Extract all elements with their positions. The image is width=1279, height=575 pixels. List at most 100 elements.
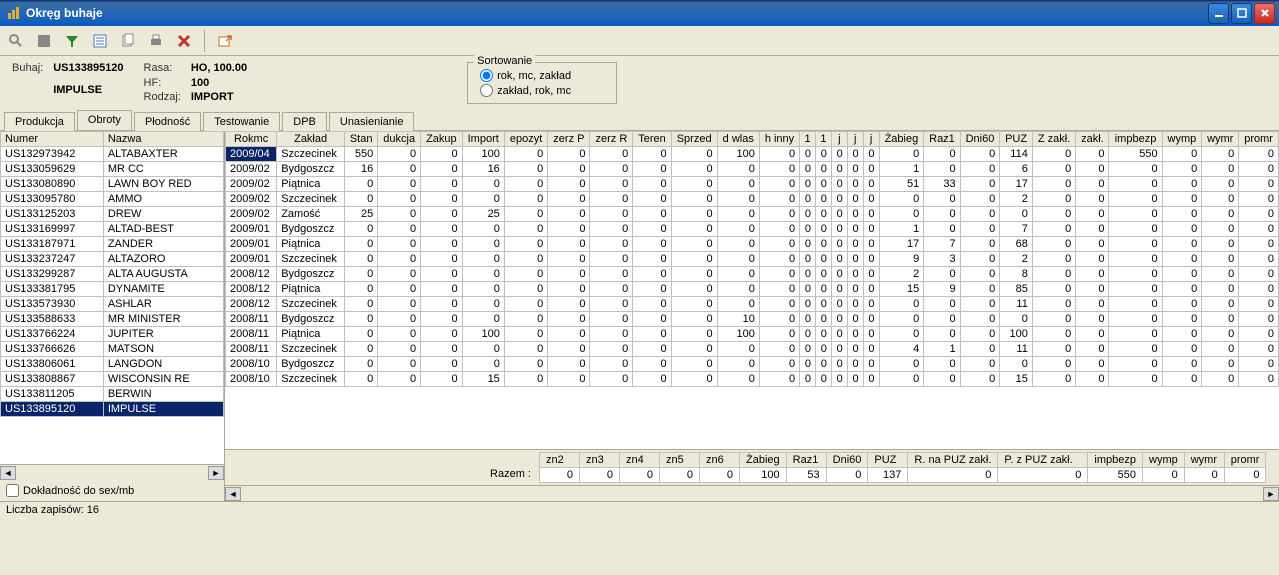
buhaj-label: Buhaj: [12, 62, 43, 82]
scroll-left-icon[interactable]: ◄ [225, 487, 241, 501]
right-col-header[interactable]: zakł. [1076, 132, 1109, 147]
right-col-header[interactable]: Teren [633, 132, 671, 147]
list-item[interactable]: US133766626MATSON [1, 342, 224, 357]
table-row[interactable]: 2008/10Szczecinek00015000000000000000150… [226, 372, 1279, 387]
right-col-header[interactable]: j [847, 132, 863, 147]
right-col-header[interactable]: j [863, 132, 879, 147]
list-item[interactable]: US133895120IMPULSE [1, 402, 224, 417]
table-row[interactable]: 2009/01Bydgoszcz000000000000000010070000… [226, 222, 1279, 237]
scroll-right-icon[interactable]: ► [208, 466, 224, 480]
tab-obroty[interactable]: Obroty [77, 110, 132, 130]
right-h-scroll[interactable]: ◄ ► [225, 485, 1279, 501]
list-item[interactable]: US133381795DYNAMITE [1, 282, 224, 297]
list-item[interactable]: US133573930ASHLAR [1, 297, 224, 312]
left-grid[interactable]: NumerNazwaUS132973942ALTABAXTERUS1330596… [0, 131, 224, 464]
right-data-grid[interactable]: RokmcZakładStandukcjaZakupImportepozytze… [225, 131, 1279, 449]
tab-testowanie[interactable]: Testowanie [203, 112, 280, 131]
list-item[interactable]: US133811205BERWIN [1, 387, 224, 402]
sort-radio-1[interactable] [480, 69, 493, 82]
table-row[interactable]: 2009/01Piątnica0000000000000000177068000… [226, 237, 1279, 252]
right-col-header[interactable]: j [831, 132, 847, 147]
left-col-header[interactable]: Nazwa [103, 132, 223, 147]
table-row[interactable]: 2008/12Bydgoszcz000000000000000020080000… [226, 267, 1279, 282]
list-item[interactable]: US133187971ZANDER [1, 237, 224, 252]
sort-option-2[interactable]: zakład, rok, mc [480, 84, 604, 97]
tab-produkcja[interactable]: Produkcja [4, 112, 75, 131]
table-row[interactable]: 2008/11Szczecinek00000000000000004101100… [226, 342, 1279, 357]
list-item[interactable]: US133588633MR MINISTER [1, 312, 224, 327]
table-row[interactable]: 2009/02Piątnica0000000000000000513301700… [226, 177, 1279, 192]
delete-icon[interactable] [174, 31, 194, 51]
right-col-header[interactable]: Rokmc [226, 132, 277, 147]
right-col-header[interactable]: zerz P [548, 132, 590, 147]
right-col-header[interactable]: 1 [800, 132, 816, 147]
list-item[interactable]: US132973942ALTABAXTER [1, 147, 224, 162]
print-icon[interactable] [146, 31, 166, 51]
table-row[interactable]: 2008/11Bydgoszcz000000000100000000000000… [226, 312, 1279, 327]
right-col-header[interactable]: PUZ [1000, 132, 1033, 147]
close-button[interactable] [1254, 3, 1275, 24]
maximize-button[interactable] [1231, 3, 1252, 24]
toolbar-separator [204, 30, 205, 52]
accuracy-checkbox[interactable] [6, 484, 19, 497]
right-col-header[interactable]: Import [462, 132, 504, 147]
right-col-header[interactable]: d wlas [717, 132, 759, 147]
right-col-header[interactable]: Stan [345, 132, 378, 147]
right-col-header[interactable]: Zakład [277, 132, 345, 147]
table-row[interactable]: 2008/12Szczecinek00000000000000000001100… [226, 297, 1279, 312]
right-col-header[interactable]: wymr [1202, 132, 1239, 147]
list-item[interactable]: US133169997ALTAD-BEST [1, 222, 224, 237]
search-icon[interactable] [6, 31, 26, 51]
copy-icon[interactable] [118, 31, 138, 51]
list-item[interactable]: US133766224JUPITER [1, 327, 224, 342]
right-col-header[interactable]: dukcja [378, 132, 421, 147]
rasa-value: HO, 100.00 [191, 62, 247, 75]
list-item[interactable]: US133808867WISCONSIN RE [1, 372, 224, 387]
list-item[interactable]: US133237247ALTAZORO [1, 252, 224, 267]
tab-unasienianie[interactable]: Unasienianie [329, 112, 415, 131]
right-col-header[interactable]: promr [1239, 132, 1279, 147]
table-row[interactable]: 2008/12Piątnica0000000000000000159085000… [226, 282, 1279, 297]
right-col-header[interactable]: impbezp [1109, 132, 1162, 147]
sort-option-1[interactable]: rok, mc, zakład [480, 69, 604, 82]
left-col-header[interactable]: Numer [1, 132, 104, 147]
form-icon[interactable] [90, 31, 110, 51]
right-col-header[interactable]: epozyt [504, 132, 547, 147]
summary-value: 0 [998, 468, 1088, 483]
right-col-header[interactable]: wymp [1162, 132, 1202, 147]
right-col-header[interactable]: h inny [759, 132, 799, 147]
scroll-left-icon[interactable]: ◄ [0, 466, 16, 480]
minimize-button[interactable] [1208, 3, 1229, 24]
table-row[interactable]: 2009/04Szczecinek55000100000001000000000… [226, 147, 1279, 162]
save-icon[interactable] [34, 31, 54, 51]
right-col-header[interactable]: Z zakł. [1032, 132, 1075, 147]
list-item[interactable]: US133059629MR CC [1, 162, 224, 177]
list-item[interactable]: US133806061LANGDON [1, 357, 224, 372]
list-item[interactable]: US133299287ALTA AUGUSTA [1, 267, 224, 282]
right-col-header[interactable]: Dni60 [960, 132, 1000, 147]
window-title: Okręg buhaje [26, 6, 1208, 20]
list-item[interactable]: US133125203DREW [1, 207, 224, 222]
right-col-header[interactable]: 1 [816, 132, 832, 147]
right-col-header[interactable]: Sprzed [671, 132, 717, 147]
filter-icon[interactable] [62, 31, 82, 51]
scroll-right-icon[interactable]: ► [1263, 487, 1279, 501]
table-row[interactable]: 2008/11Piątnica0001000000010000000000010… [226, 327, 1279, 342]
list-item[interactable]: US133095780AMMO [1, 192, 224, 207]
right-col-header[interactable]: zerz R [590, 132, 633, 147]
right-col-header[interactable]: Żabieg [879, 132, 924, 147]
table-row[interactable]: 2009/01Szczecinek00000000000000009302000… [226, 252, 1279, 267]
table-row[interactable]: 2008/10Bydgoszcz000000000000000000000000… [226, 357, 1279, 372]
right-col-header[interactable]: Zakup [421, 132, 463, 147]
left-h-scroll[interactable]: ◄ ► [0, 464, 224, 480]
sort-radio-2[interactable] [480, 84, 493, 97]
summary-header: R. na PUZ zakł. [908, 453, 998, 468]
list-item[interactable]: US133080890LAWN BOY RED [1, 177, 224, 192]
table-row[interactable]: 2009/02Zamość250025000000000000000000000… [226, 207, 1279, 222]
right-col-header[interactable]: Raz1 [924, 132, 960, 147]
new-window-icon[interactable] [215, 31, 235, 51]
tab-płodność[interactable]: Płodność [134, 112, 201, 131]
tab-dpb[interactable]: DPB [282, 112, 327, 131]
table-row[interactable]: 2009/02Szczecinek00000000000000000002000… [226, 192, 1279, 207]
table-row[interactable]: 2009/02Bydgoszcz160016000000000000100600… [226, 162, 1279, 177]
